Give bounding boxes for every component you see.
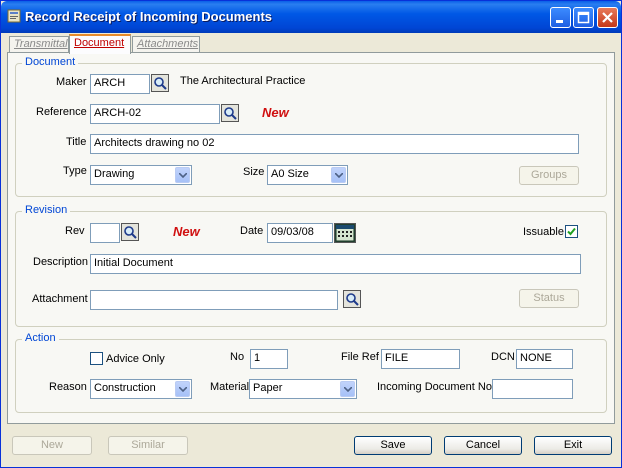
date-field[interactable]: 09/03/08	[267, 223, 333, 243]
incoming-doc-no-label: Incoming Document No	[377, 381, 492, 393]
maximize-button[interactable]	[573, 7, 594, 28]
maker-name-text: The Architectural Practice	[180, 75, 306, 87]
attachment-label: Attachment	[32, 293, 88, 305]
minimize-button[interactable]	[550, 7, 571, 28]
document-group-title: Document	[22, 56, 79, 68]
app-icon	[7, 9, 21, 23]
new-button[interactable]: New	[12, 436, 92, 455]
file-ref-field[interactable]: FILE	[381, 349, 460, 369]
rev-field[interactable]	[90, 223, 120, 243]
advice-only-checkbox[interactable]	[90, 352, 103, 365]
no-label: No	[230, 351, 245, 363]
action-group-title: Action	[22, 332, 59, 344]
incoming-doc-no-field[interactable]	[492, 379, 573, 399]
size-select[interactable]: A0 Size	[267, 165, 348, 185]
chevron-down-icon[interactable]	[340, 381, 355, 397]
reason-select[interactable]: Construction	[90, 379, 192, 399]
type-select-value: Drawing	[94, 168, 135, 180]
calendar-icon	[335, 224, 355, 242]
tab-transmittal[interactable]: Transmittal	[9, 36, 69, 53]
type-label: Type	[63, 165, 87, 177]
material-select[interactable]: Paper	[249, 379, 357, 399]
chevron-down-icon[interactable]	[331, 167, 346, 183]
title-bar[interactable]: Record Receipt of Incoming Documents	[1, 1, 621, 33]
rev-lookup-button[interactable]	[121, 223, 139, 241]
tab-document[interactable]: Document	[69, 34, 131, 54]
groups-button[interactable]: Groups	[519, 166, 579, 185]
reason-label: Reason	[49, 381, 87, 393]
reference-field[interactable]: ARCH-02	[90, 104, 220, 124]
size-select-value: A0 Size	[271, 168, 309, 180]
magnifier-icon	[224, 107, 237, 120]
chevron-down-icon[interactable]	[175, 381, 190, 397]
issuable-label: Issuable	[523, 226, 564, 238]
attachment-field[interactable]	[90, 290, 338, 310]
advice-only-label: Advice Only	[106, 353, 165, 365]
maker-field[interactable]: ARCH	[90, 74, 150, 94]
status-button[interactable]: Status	[519, 289, 579, 308]
maker-label: Maker	[56, 76, 87, 88]
reference-new-badge: New	[262, 105, 289, 120]
window-title: Record Receipt of Incoming Documents	[25, 9, 273, 24]
maximize-icon	[577, 11, 590, 24]
magnifier-icon	[154, 77, 167, 90]
date-label: Date	[240, 225, 264, 237]
description-field[interactable]: Initial Document	[90, 254, 581, 274]
rev-label: Rev	[65, 225, 85, 237]
save-button[interactable]: Save	[354, 436, 432, 455]
reference-label: Reference	[36, 106, 87, 118]
material-select-value: Paper	[253, 382, 283, 394]
file-ref-label: File Ref	[341, 351, 379, 363]
revision-group-title: Revision	[22, 204, 71, 216]
attachment-lookup-button[interactable]	[343, 290, 361, 308]
tab-attachments[interactable]: Attachments	[132, 36, 200, 53]
magnifier-icon	[346, 293, 359, 306]
title-label: Title	[66, 136, 87, 148]
title-field[interactable]: Architects drawing no 02	[90, 134, 579, 154]
cancel-button[interactable]: Cancel	[444, 436, 522, 455]
exit-button[interactable]: Exit	[534, 436, 612, 455]
dcn-field[interactable]: NONE	[516, 349, 573, 369]
close-icon	[602, 12, 613, 23]
maker-lookup-button[interactable]	[151, 74, 169, 92]
magnifier-icon	[124, 226, 137, 239]
type-select[interactable]: Drawing	[90, 165, 192, 185]
rev-new-badge: New	[173, 224, 200, 239]
checkmark-icon	[567, 227, 576, 236]
minimize-icon	[556, 20, 563, 23]
size-label: Size	[243, 166, 265, 178]
material-label: Material	[210, 381, 250, 393]
issuable-checkbox[interactable]	[565, 225, 578, 238]
description-label: Description	[33, 256, 89, 268]
close-button[interactable]	[597, 7, 618, 28]
dialog-window: Record Receipt of Incoming Documents Tra…	[0, 0, 622, 468]
dcn-label: DCN	[491, 351, 515, 363]
reference-lookup-button[interactable]	[221, 104, 239, 122]
chevron-down-icon[interactable]	[175, 167, 190, 183]
similar-button[interactable]: Similar	[108, 436, 188, 455]
calendar-button[interactable]	[334, 223, 356, 243]
reason-select-value: Construction	[94, 382, 156, 394]
no-field[interactable]: 1	[250, 349, 288, 369]
